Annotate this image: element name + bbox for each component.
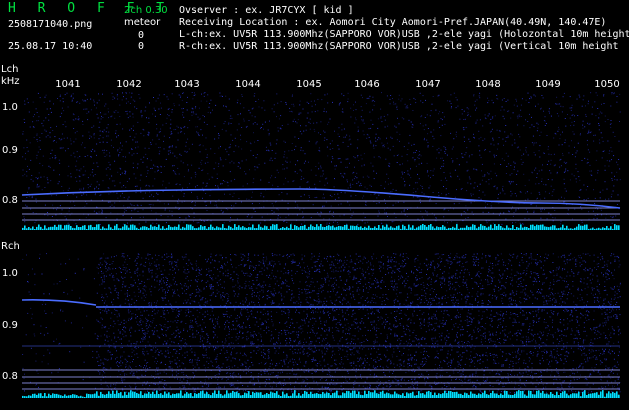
lch-level-bars [22, 224, 620, 230]
signal-traces [21, 188, 621, 308]
spectrogram-display [21, 92, 621, 398]
rch-spectrogram [22, 253, 621, 393]
lch-spectrogram [22, 92, 621, 225]
rch-level-bars [22, 390, 620, 398]
